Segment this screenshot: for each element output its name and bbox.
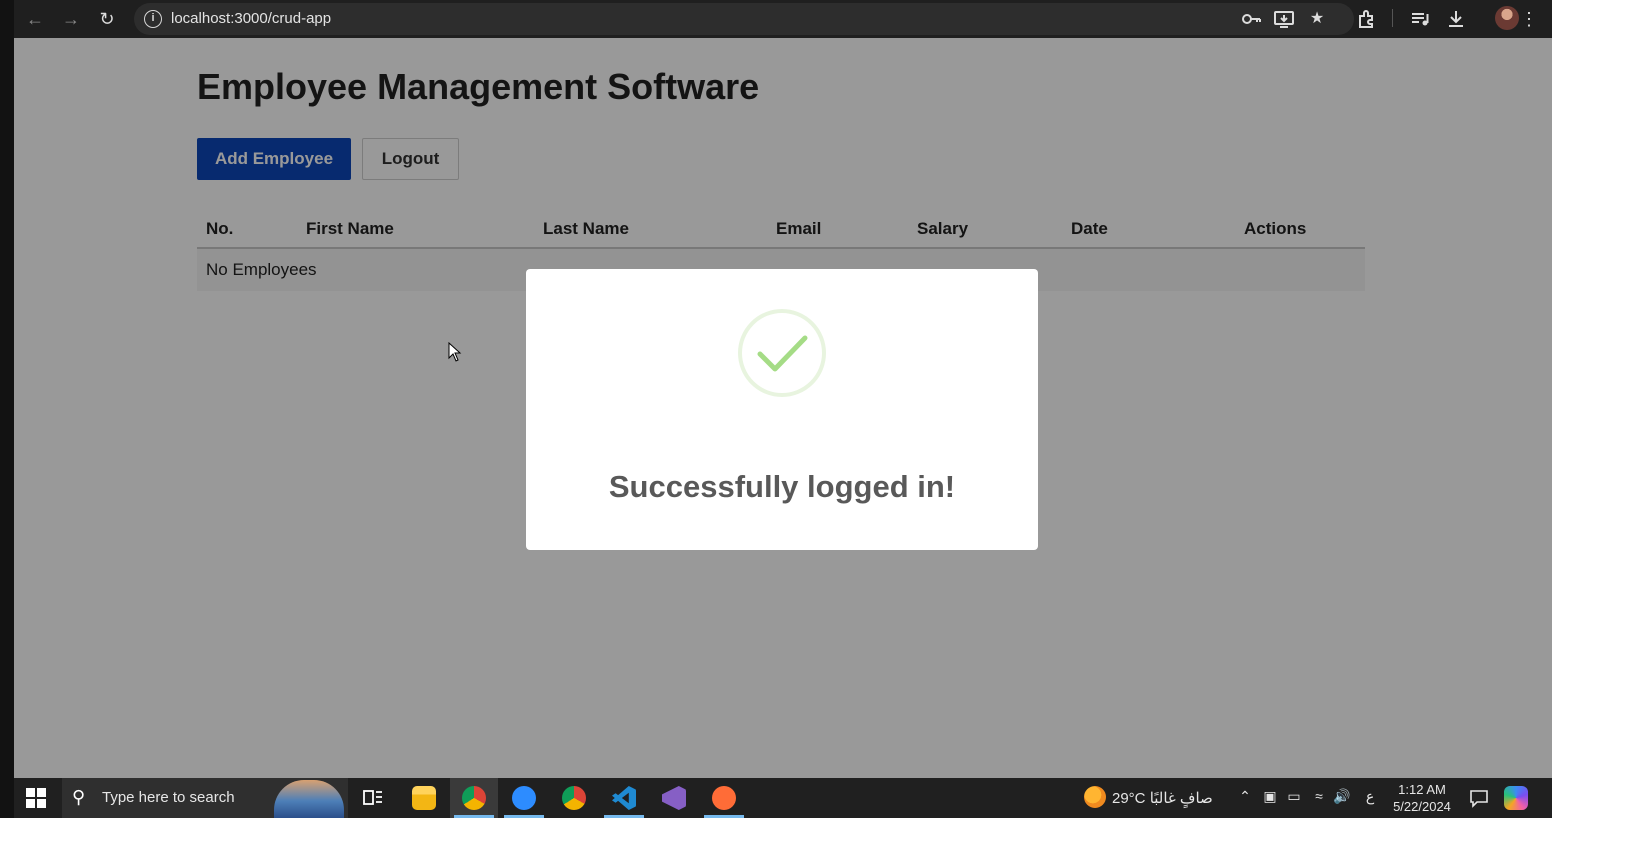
modal-message: Successfully logged in! [608,469,956,504]
success-modal: Successfully logged in! [526,269,1038,550]
file-explorer-app[interactable] [400,778,448,818]
wifi-icon[interactable]: ≈ [1310,788,1328,808]
clock-time: 1:12 AM [1398,782,1446,797]
zoom-icon [512,786,536,810]
media-controls-icon[interactable] [1409,8,1431,30]
postman-app[interactable] [700,778,748,818]
chrome-icon [562,786,586,810]
postman-icon [712,786,736,810]
search-placeholder[interactable]: Type here to search [102,789,235,806]
chrome-profile-app[interactable] [550,778,598,818]
url-text[interactable]: localhost:3000/crud-app [171,10,331,27]
menu-kebab-icon[interactable]: ⋮ [1518,8,1540,30]
reload-icon[interactable]: ↻ [94,6,120,32]
search-highlight-image [274,780,344,818]
weather-icon[interactable] [1084,786,1106,808]
folder-icon [412,786,436,810]
install-app-icon[interactable] [1273,8,1295,30]
input-language-indicator[interactable]: ع [1361,788,1379,808]
battery-icon[interactable]: ▭ [1285,788,1303,808]
bookmark-star-icon[interactable]: ★ [1306,8,1328,30]
forward-icon[interactable]: → [58,6,84,32]
task-view-app[interactable] [349,778,397,818]
bottom-edge [0,818,1628,858]
taskbar-search[interactable]: ⚲ Type here to search [62,778,348,818]
windows-start-icon[interactable] [26,788,46,808]
vscode-icon [612,786,636,810]
mouse-cursor [448,342,462,362]
back-icon[interactable]: ← [22,6,48,32]
vscode-app[interactable] [600,778,648,818]
search-icon: ⚲ [72,787,86,807]
screen: ← → ↻ i localhost:3000/crud-app ★ ⋮ Empl… [0,0,1628,858]
chrome-icon [462,786,486,810]
copilot-icon[interactable] [1504,786,1528,810]
taskbar-clock[interactable]: 1:12 AM 5/22/2024 [1386,781,1458,815]
site-info-icon[interactable]: i [144,10,162,28]
taskbar: ⚲ Type here to search 29°C صافٍ غالبًا ⌃… [14,778,1552,818]
left-edge [0,0,14,858]
downloads-icon[interactable] [1445,8,1467,30]
address-bar[interactable]: i localhost:3000/crud-app [134,3,1354,35]
chrome-app[interactable] [450,778,498,818]
toolbar-separator [1392,9,1393,27]
browser-toolbar: ← → ↻ i localhost:3000/crud-app ★ ⋮ [14,0,1552,38]
zoom-app[interactable] [500,778,548,818]
notifications-icon[interactable] [1469,788,1489,808]
visual-studio-app[interactable] [650,778,698,818]
extensions-icon[interactable] [1356,8,1378,30]
right-edge [1552,0,1628,858]
chevron-up-icon[interactable]: ⌃ [1236,788,1254,808]
password-key-icon[interactable] [1240,8,1262,30]
clock-date: 5/22/2024 [1393,799,1451,814]
profile-avatar[interactable] [1495,6,1519,30]
meet-now-icon[interactable]: ▣ [1261,788,1279,808]
visual-studio-icon [662,786,686,810]
weather-text[interactable]: 29°C صافٍ غالبًا [1112,789,1213,807]
task-view-icon [363,790,382,805]
success-check-icon [738,309,826,397]
volume-icon[interactable]: 🔊 [1333,788,1351,808]
